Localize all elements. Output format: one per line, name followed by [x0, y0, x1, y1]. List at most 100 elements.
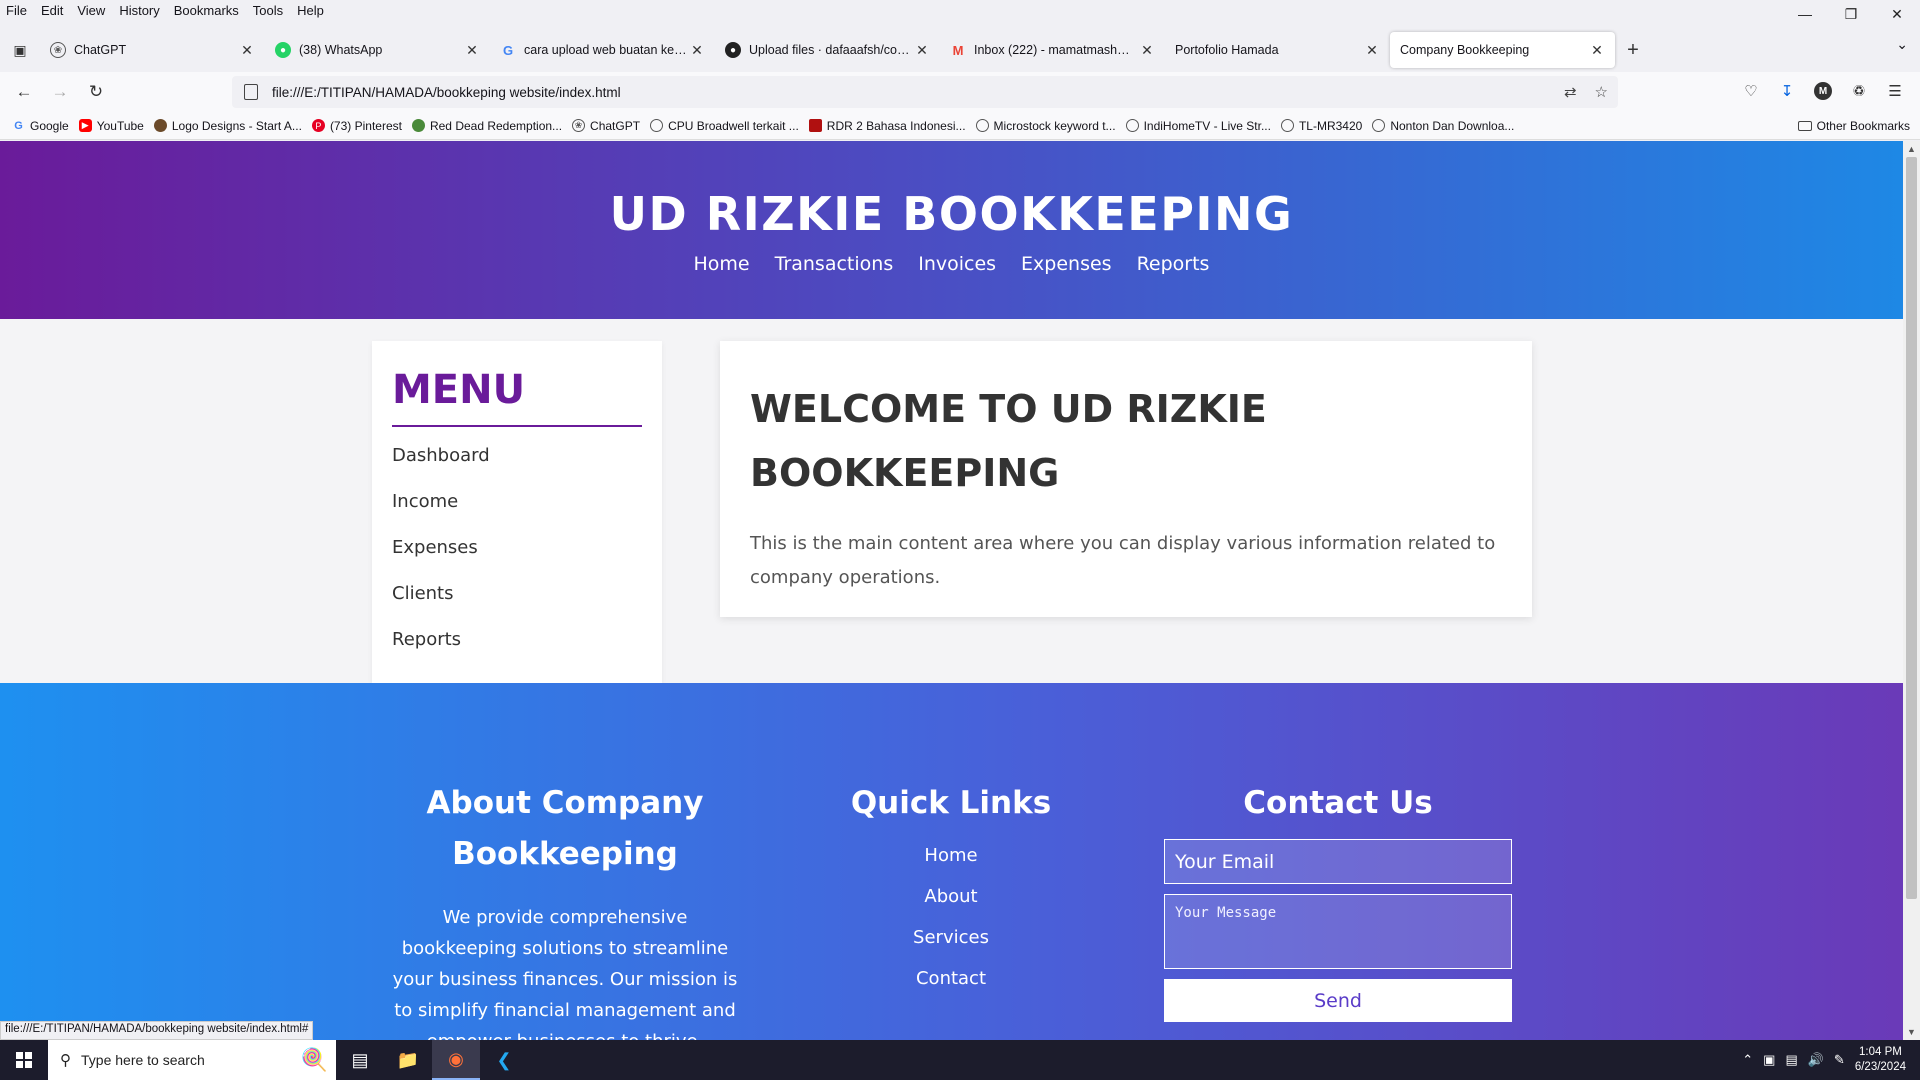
tab-google-search[interactable]: G cara upload web buatan ke github ✕ — [490, 32, 715, 68]
sidebar-item-clients[interactable]: Clients — [392, 571, 642, 617]
sidebar-item-expenses[interactable]: Expenses — [392, 525, 642, 571]
page-scrollbar[interactable]: ▲ ▼ — [1903, 141, 1920, 1040]
footer-link-contact[interactable]: Contact — [836, 958, 1066, 999]
tab-bar: ▣ ❀ ChatGPT ✕ ● (38) WhatsApp ✕ G cara u… — [0, 28, 1920, 72]
tab-gmail[interactable]: M Inbox (222) - mamatmash@gmail.com ✕ — [940, 32, 1165, 68]
file-explorer-icon[interactable]: 📁 — [384, 1040, 432, 1080]
sidebar-item-reports[interactable]: Reports — [392, 617, 642, 663]
tab-close-icon[interactable]: ✕ — [1364, 42, 1380, 59]
app-menu-icon[interactable]: ☰ — [1880, 76, 1910, 106]
footer-link-about[interactable]: About — [836, 876, 1066, 917]
bookmark-microstock[interactable]: Microstock keyword t... — [975, 119, 1116, 133]
footer-about-text: We provide comprehensive bookkeeping sol… — [392, 907, 738, 1040]
clock-time: 1:04 PM — [1859, 1046, 1902, 1058]
scroll-up-icon[interactable]: ▲ — [1903, 141, 1920, 157]
nav-transactions[interactable]: Transactions — [775, 253, 894, 275]
bookmark-star-icon[interactable]: ☆ — [1595, 83, 1608, 101]
pen-icon[interactable]: ✎ — [1834, 1052, 1845, 1068]
clock[interactable]: 1:04 PM 6/23/2024 — [1855, 1045, 1906, 1075]
menu-help[interactable]: Help — [297, 3, 324, 18]
tab-company-bookkeeping[interactable]: Company Bookkeeping ✕ — [1390, 32, 1615, 68]
menu-bookmarks[interactable]: Bookmarks — [174, 3, 239, 18]
firefox-view-icon[interactable]: ▣ — [0, 32, 40, 68]
list-all-tabs-icon[interactable]: ⌄ — [1896, 36, 1908, 53]
tab-close-icon[interactable]: ✕ — [689, 42, 705, 59]
tab-whatsapp[interactable]: ● (38) WhatsApp ✕ — [265, 32, 490, 68]
bookmark-pinterest[interactable]: P (73) Pinterest — [311, 119, 402, 133]
url-bar[interactable]: file:///E:/TITIPAN/HAMADA/bookkeping web… — [232, 76, 1618, 108]
system-tray: ⌃ ▣ ▤ 🔊 ✎ 1:04 PM 6/23/2024 — [1742, 1045, 1920, 1075]
reload-icon[interactable]: ↻ — [78, 76, 114, 108]
firefox-icon[interactable]: ◉ — [432, 1040, 480, 1080]
url-actions: ⇄ ☆ — [1564, 83, 1608, 101]
globe-icon — [975, 119, 989, 132]
message-field[interactable] — [1164, 894, 1512, 969]
page-viewport: UD RIZKIE BOOKKEEPING Home Transactions … — [0, 141, 1903, 1040]
bookmark-cpu-broadwell[interactable]: CPU Broadwell terkait ... — [650, 119, 799, 133]
nav-home[interactable]: Home — [694, 253, 750, 275]
footer-contact-title: Contact Us — [1243, 785, 1433, 821]
menu-tools[interactable]: Tools — [253, 3, 283, 18]
meet-icon[interactable]: ▣ — [1763, 1052, 1775, 1068]
bookmark-indihometv[interactable]: IndiHomeTV - Live Str... — [1125, 119, 1271, 133]
restore-icon[interactable]: ❐ — [1828, 0, 1874, 28]
bookmark-tl-mr3420[interactable]: TL-MR3420 — [1280, 119, 1362, 133]
bookmark-youtube[interactable]: ▶ YouTube — [78, 119, 144, 133]
send-button[interactable]: Send — [1164, 979, 1512, 1022]
volume-icon[interactable]: 🔊 — [1808, 1052, 1824, 1068]
tab-close-icon[interactable]: ✕ — [914, 42, 930, 59]
forward-icon[interactable]: → — [42, 76, 78, 108]
vscode-icon[interactable]: ❮ — [480, 1040, 528, 1080]
tab-label: cara upload web buatan ke github — [524, 43, 689, 57]
scrollbar-thumb[interactable] — [1906, 157, 1917, 899]
tab-close-icon[interactable]: ✕ — [464, 42, 480, 59]
menu-history[interactable]: History — [119, 3, 159, 18]
bookmark-nonton[interactable]: Nonton Dan Downloa... — [1372, 119, 1514, 133]
new-tab-icon[interactable]: + — [1615, 32, 1651, 68]
window-controls: — ❐ ✕ — [1782, 0, 1920, 28]
sidebar-item-dashboard[interactable]: Dashboard — [392, 433, 642, 479]
taskbar-search[interactable]: ⚲ Type here to search 🍭 — [48, 1040, 336, 1080]
account-icon[interactable]: M — [1814, 82, 1832, 100]
tab-chatgpt[interactable]: ❀ ChatGPT ✕ — [40, 32, 265, 68]
tab-close-icon[interactable]: ✕ — [1589, 42, 1605, 59]
tab-github[interactable]: ● Upload files · dafaaafsh/cobaPortfolio… — [715, 32, 940, 68]
network-icon[interactable]: ▤ — [1785, 1052, 1797, 1068]
globe-icon — [1280, 119, 1294, 132]
task-view-icon[interactable]: ▤ — [336, 1040, 384, 1080]
footer-link-home[interactable]: Home — [836, 835, 1066, 876]
extensions-icon[interactable]: ♽ — [1844, 76, 1874, 106]
globe-icon — [1125, 119, 1139, 132]
bookmark-google[interactable]: G Google — [12, 119, 68, 133]
bookmark-rdr2[interactable]: RDR 2 Bahasa Indonesi... — [808, 119, 966, 133]
bookmark-red-dead[interactable]: Red Dead Redemption... — [411, 119, 562, 133]
downloads-icon[interactable]: ↧ — [1772, 76, 1802, 106]
gmail-icon: M — [952, 42, 964, 58]
other-bookmarks[interactable]: Other Bookmarks — [1797, 119, 1910, 133]
tab-close-icon[interactable]: ✕ — [239, 42, 255, 59]
footer-link-services[interactable]: Services — [836, 917, 1066, 958]
close-icon[interactable]: ✕ — [1874, 0, 1920, 28]
scroll-down-icon[interactable]: ▼ — [1903, 1024, 1920, 1040]
bookmark-chatgpt[interactable]: ❀ ChatGPT — [572, 119, 640, 133]
tab-label: Inbox (222) - mamatmash@gmail.com — [974, 43, 1139, 57]
pocket-icon[interactable]: ♡ — [1736, 76, 1766, 106]
nav-expenses[interactable]: Expenses — [1021, 253, 1112, 275]
chevron-up-icon[interactable]: ⌃ — [1742, 1052, 1753, 1068]
sidebar-title: MENU — [392, 367, 642, 427]
tab-portofolio[interactable]: Portofolio Hamada ✕ — [1165, 32, 1390, 68]
menu-edit[interactable]: Edit — [41, 3, 63, 18]
menu-view[interactable]: View — [77, 3, 105, 18]
nav-invoices[interactable]: Invoices — [918, 253, 996, 275]
tab-close-icon[interactable]: ✕ — [1139, 42, 1155, 59]
url-text[interactable]: file:///E:/TITIPAN/HAMADA/bookkeping web… — [272, 85, 621, 100]
back-icon[interactable]: ← — [6, 76, 42, 108]
windows-start-icon[interactable] — [0, 1040, 48, 1080]
minimize-icon[interactable]: — — [1782, 0, 1828, 28]
bookmark-logo-designs[interactable]: Logo Designs - Start A... — [153, 119, 302, 133]
menu-file[interactable]: File — [6, 3, 27, 18]
email-field[interactable] — [1164, 839, 1512, 884]
sidebar-item-income[interactable]: Income — [392, 479, 642, 525]
nav-reports[interactable]: Reports — [1137, 253, 1210, 275]
translate-icon[interactable]: ⇄ — [1564, 83, 1577, 101]
